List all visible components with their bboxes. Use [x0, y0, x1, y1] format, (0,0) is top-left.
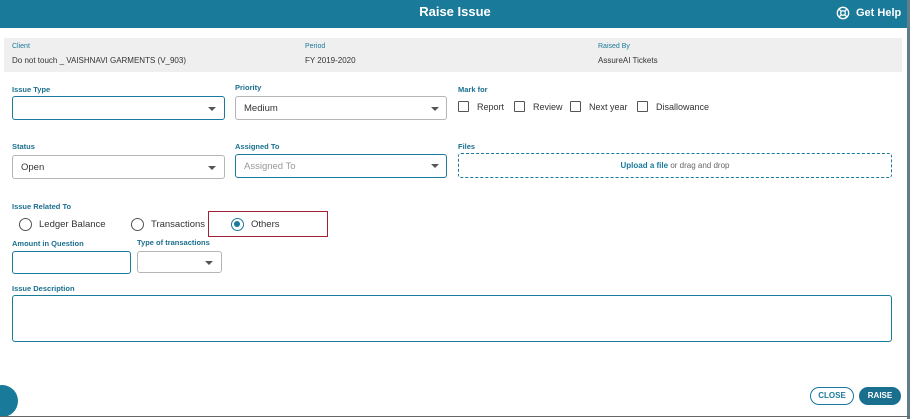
checkbox-box — [637, 101, 648, 112]
client-info: Client Do not touch _ VAISHNAVI GARMENTS… — [12, 43, 186, 65]
radio-others-label: Others — [251, 219, 280, 230]
period-value: FY 2019-2020 — [305, 56, 356, 65]
lifebuoy-icon — [836, 6, 850, 20]
chevron-down-icon — [208, 107, 216, 111]
floating-action-button[interactable] — [0, 385, 18, 417]
get-help-label: Get Help — [856, 7, 902, 19]
mark-for-review-label: Review — [533, 101, 563, 112]
mark-for-report-checkbox[interactable]: Report — [458, 101, 504, 112]
raise-button[interactable]: RAISE — [859, 387, 901, 405]
issue-type-label: Issue Type — [12, 85, 51, 94]
priority-label: Priority — [235, 83, 262, 92]
drag-drop-text: or drag and drop — [670, 161, 730, 170]
mark-for-label: Mark for — [458, 85, 488, 94]
mark-for-next-year-checkbox[interactable]: Next year — [570, 101, 628, 112]
radio-ledger-balance[interactable]: Ledger Balance — [19, 218, 106, 231]
chevron-down-icon — [431, 164, 439, 168]
status-select[interactable]: Open — [12, 155, 225, 179]
chevron-down-icon — [205, 261, 213, 265]
mark-for-report-label: Report — [477, 101, 505, 112]
bottom-divider — [0, 416, 910, 417]
upload-file-link[interactable]: Upload a file — [621, 161, 669, 170]
client-label: Client — [12, 43, 30, 50]
chevron-down-icon — [431, 107, 439, 111]
period-label: Period — [305, 43, 326, 50]
radio-transactions-label: Transactions — [151, 219, 206, 230]
amount-label: Amount in Question — [12, 239, 84, 248]
mark-for-disallowance-label: Disallowance — [656, 101, 710, 112]
radio-circle — [19, 218, 32, 231]
radio-circle-selected — [231, 218, 244, 231]
radio-circle — [131, 218, 144, 231]
file-drop-zone[interactable]: Upload a file or drag and drop — [458, 153, 892, 178]
raised-by-value: AssureAI Tickets — [598, 56, 658, 65]
mark-for-next-year-label: Next year — [589, 101, 628, 112]
assigned-to-select[interactable]: Assigned To — [235, 154, 447, 178]
assigned-to-label: Assigned To — [235, 142, 280, 151]
checkbox-box — [458, 101, 469, 112]
status-value: Open — [21, 162, 45, 173]
priority-value: Medium — [244, 103, 278, 114]
radio-transactions[interactable]: Transactions — [131, 218, 205, 231]
dialog-header: Raise Issue Get Help — [0, 0, 910, 28]
type-of-transactions-select[interactable] — [137, 251, 222, 273]
amount-input[interactable] — [12, 251, 131, 274]
scrollbar-edge — [907, 0, 910, 419]
client-value: Do not touch _ VAISHNAVI GARMENTS (V_903… — [12, 56, 186, 65]
raised-by-label: Raised By — [598, 43, 630, 50]
checkbox-box — [570, 101, 581, 112]
mark-for-review-checkbox[interactable]: Review — [514, 101, 563, 112]
period-info: Period FY 2019-2020 — [305, 43, 356, 65]
chevron-down-icon — [208, 166, 216, 170]
raised-by-info: Raised By AssureAI Tickets — [598, 43, 658, 65]
radio-others[interactable]: Others — [231, 218, 280, 231]
priority-select[interactable]: Medium — [235, 96, 447, 120]
status-label: Status — [12, 142, 35, 151]
issue-type-select[interactable] — [12, 96, 225, 120]
dialog-title: Raise Issue — [419, 4, 491, 19]
assigned-to-placeholder: Assigned To — [244, 161, 296, 172]
issue-related-label: Issue Related To — [12, 202, 72, 211]
files-label: Files — [458, 142, 476, 151]
get-help-button[interactable]: Get Help — [836, 6, 901, 20]
issue-info-bar: Client Do not touch _ VAISHNAVI GARMENTS… — [4, 38, 902, 72]
radio-ledger-balance-label: Ledger Balance — [39, 219, 106, 230]
mark-for-disallowance-checkbox[interactable]: Disallowance — [637, 101, 709, 112]
checkbox-box — [514, 101, 525, 112]
issue-description-textarea[interactable] — [12, 295, 892, 342]
issue-description-label: Issue Description — [12, 284, 75, 293]
close-button[interactable]: CLOSE — [810, 387, 854, 405]
type-of-transactions-label: Type of transactions — [137, 238, 210, 247]
